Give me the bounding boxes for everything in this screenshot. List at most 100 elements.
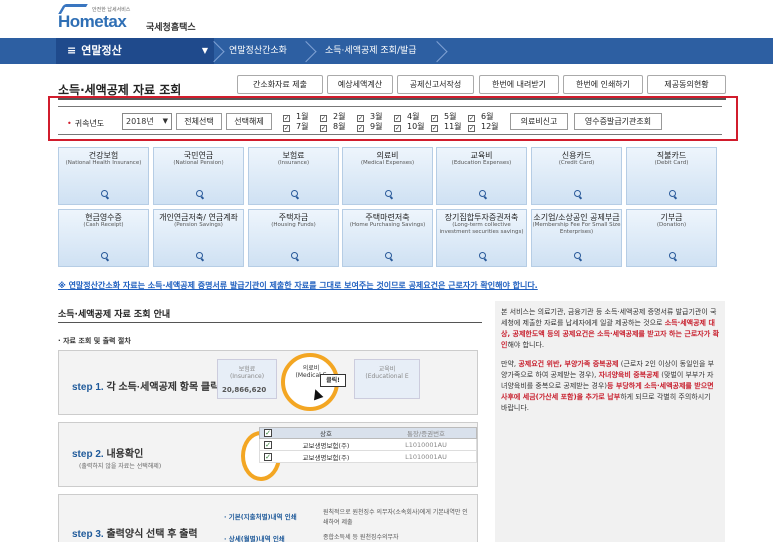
step1-card3-label: 교육비: [378, 366, 396, 373]
category-name: 기부금: [660, 213, 683, 222]
month-checkbox[interactable]: ✓ 12월: [468, 121, 499, 132]
step3-title: step 3. 출력양식 선택 후 출력: [72, 525, 198, 540]
category-card[interactable]: 보험료 (Insurance): [248, 147, 339, 205]
category-card[interactable]: 기부금 (Donation): [626, 209, 717, 267]
checkbox-checked-icon: ✓: [394, 125, 401, 132]
category-card[interactable]: 건강보험 (National Health Insurance): [58, 147, 149, 205]
step2-num: step 2.: [72, 449, 104, 460]
category-name: 소기업/소상공인 공제부금: [533, 213, 620, 222]
category-card[interactable]: 주택자금 (Housing Funds): [248, 209, 339, 267]
medical-report-button[interactable]: 의료비신고: [510, 113, 568, 130]
month-checkbox[interactable]: ✓ 8월: [320, 121, 345, 132]
guide-title: 소득·세액공제 자료 조회 안내: [58, 310, 171, 320]
search-icon: [574, 252, 582, 260]
category-card[interactable]: 의료비 (Medical Expenses): [342, 147, 433, 205]
hometax-logo[interactable]: 안전한 납세서비스 Hometax 국세청홈택스: [58, 4, 198, 33]
month-checkbox[interactable]: ✓ 11월: [431, 121, 462, 132]
step1-card-education: 교육비 (Educational E: [354, 359, 420, 399]
month-checkbox[interactable]: ✓ 9월: [357, 121, 382, 132]
check-icon[interactable]: ✓: [264, 440, 272, 449]
step1-card2-label: 의료비: [302, 365, 320, 372]
category-card[interactable]: 현금영수증 (Cash Receipt): [58, 209, 149, 267]
month-label: 8월: [333, 122, 346, 131]
month-label: 11월: [444, 122, 462, 131]
search-icon: [669, 252, 677, 260]
checkbox-checked-icon: ✓: [320, 125, 327, 132]
search-icon: [669, 190, 677, 198]
category-card[interactable]: 교육비 (Education Expenses): [436, 147, 527, 205]
checkbox-checked-icon: ✓: [283, 125, 290, 132]
category-name: 현금영수증: [85, 213, 122, 222]
caret-down-icon: ▼: [162, 117, 168, 125]
search-icon: [479, 190, 487, 198]
month-checkbox[interactable]: ✓ 10월: [394, 121, 425, 132]
breadcrumb-deduction-query[interactable]: 소득·세액공제 조회/발급: [325, 38, 417, 64]
step2-table-header: ✓ 상호 통장/증권번호: [259, 427, 477, 439]
select-all-button[interactable]: 전체선택: [176, 113, 222, 130]
receipt-agency-button[interactable]: 영수증발급기관조회: [574, 113, 662, 130]
category-name: 주택마련저축: [365, 213, 410, 222]
step2-sub: (출력하지 않을 자료는 선택해제): [79, 463, 162, 470]
tab-consent-status[interactable]: 제공동의현황: [647, 75, 726, 94]
info-box: 본 서비스는 의료기관, 금융기관 등 소득·세액공제 증명서류 발급기관이 국…: [495, 301, 725, 542]
category-name: 교육비: [470, 151, 493, 160]
tab-download-all[interactable]: 한번에 내려받기: [479, 75, 559, 94]
breadcrumb-separator-icon: [306, 38, 318, 64]
info-highlight: 공제요건 위반, 부양가족 중복공제: [518, 360, 619, 368]
info-highlight: 자녀양육비 중복공제: [598, 371, 659, 379]
category-english: (Debit Card): [654, 160, 689, 166]
category-card[interactable]: 소기업/소상공인 공제부금 (Membership Fee For Small S…: [531, 209, 622, 267]
category-card[interactable]: 직불카드 (Debit Card): [626, 147, 717, 205]
category-english: (Medical Expenses): [360, 160, 415, 166]
category-card[interactable]: 신용카드 (Credit Card): [531, 147, 622, 205]
guide-divider: [58, 322, 482, 323]
category-english: (Insurance): [277, 160, 310, 166]
category-card[interactable]: 주택마련저축 (Home Purchasing Savings): [342, 209, 433, 267]
deselect-all-button[interactable]: 선택해제: [226, 113, 272, 130]
category-card[interactable]: 국민연금 (National Pension): [153, 147, 244, 205]
category-english: (Cash Receipt): [83, 222, 124, 228]
step3-panel: step 3. 출력양식 선택 후 출력 · 기본(지출처별)내역 인쇄 · 상…: [58, 494, 478, 542]
tab-print-all[interactable]: 한번에 인쇄하기: [563, 75, 643, 94]
category-english: (Credit Card): [558, 160, 595, 166]
step1-card1-value: 20,866,620: [222, 386, 267, 394]
step2-panel: step 2. 내용확인 (출력하지 않을 자료는 선택해제) ✓ 상호 통장/…: [58, 422, 478, 487]
month-label: 5월: [444, 112, 457, 121]
main-menu-button[interactable]: ≡ 연말정산 ▼: [56, 38, 214, 64]
month-label: 3월: [370, 112, 383, 121]
category-english: (Pension Savings): [174, 222, 223, 228]
tab-write-report[interactable]: 공제신고서작성: [397, 75, 474, 94]
month-label: 2월: [333, 112, 346, 121]
year-label-text: 귀속년도: [74, 119, 105, 128]
category-name: 신용카드: [561, 151, 592, 160]
tab-submit-simplified[interactable]: 간소화자료 제출: [237, 75, 323, 94]
category-name: 보험료: [282, 151, 305, 160]
breadcrumb-yearend[interactable]: 연말정산간소화: [229, 38, 287, 64]
col-account: 통장/증권번호: [406, 430, 446, 438]
notice-link[interactable]: ※ 연말정산간소화 자료는 소득·세액공제 증명서류 발급기관이 제출한 자료를…: [58, 280, 538, 291]
step3-text: 출력양식 선택 후 출력: [106, 529, 198, 540]
check-icon: ✓: [264, 429, 272, 437]
year-select[interactable]: 2018년 ▼: [122, 113, 172, 130]
category-card[interactable]: 개인연금저축/ 연금계좌 (Pension Savings): [153, 209, 244, 267]
table-row: ✓ 교보생명보험(주) L1010001AU: [259, 439, 477, 451]
search-icon: [291, 252, 299, 260]
check-icon[interactable]: ✓: [264, 452, 272, 461]
month-checkbox[interactable]: ✓ 7월: [283, 121, 308, 132]
search-icon: [574, 190, 582, 198]
hamburger-icon: ≡: [67, 44, 77, 57]
step1-text: 각 소득·세액공제 항목 클릭: [106, 382, 220, 393]
tab-estimate-tax[interactable]: 예상세액계산: [327, 75, 393, 94]
category-name: 장기집합투자증권저축: [444, 213, 519, 222]
search-icon: [479, 252, 487, 260]
search-icon: [385, 252, 393, 260]
info-text: 해야 합니다.: [507, 341, 545, 349]
category-english: (Housing Funds): [271, 222, 316, 228]
step2-table: ✓ 상호 통장/증권번호 ✓ 교보생명보험(주) L1010001AU ✓ 교보…: [259, 427, 477, 463]
category-english: (National Pension): [173, 160, 224, 166]
step1-num: step 1.: [72, 382, 104, 393]
year-select-value: 2018년: [126, 117, 154, 126]
category-card[interactable]: 장기집합투자증권저축 (Long-term collective investme…: [436, 209, 527, 267]
category-name: 국민연금: [183, 151, 214, 160]
info-paragraph-2: 만약, 공제요건 위반, 부양가족 중복공제 (근로자 2인 이상이 동일인을 …: [501, 359, 719, 414]
